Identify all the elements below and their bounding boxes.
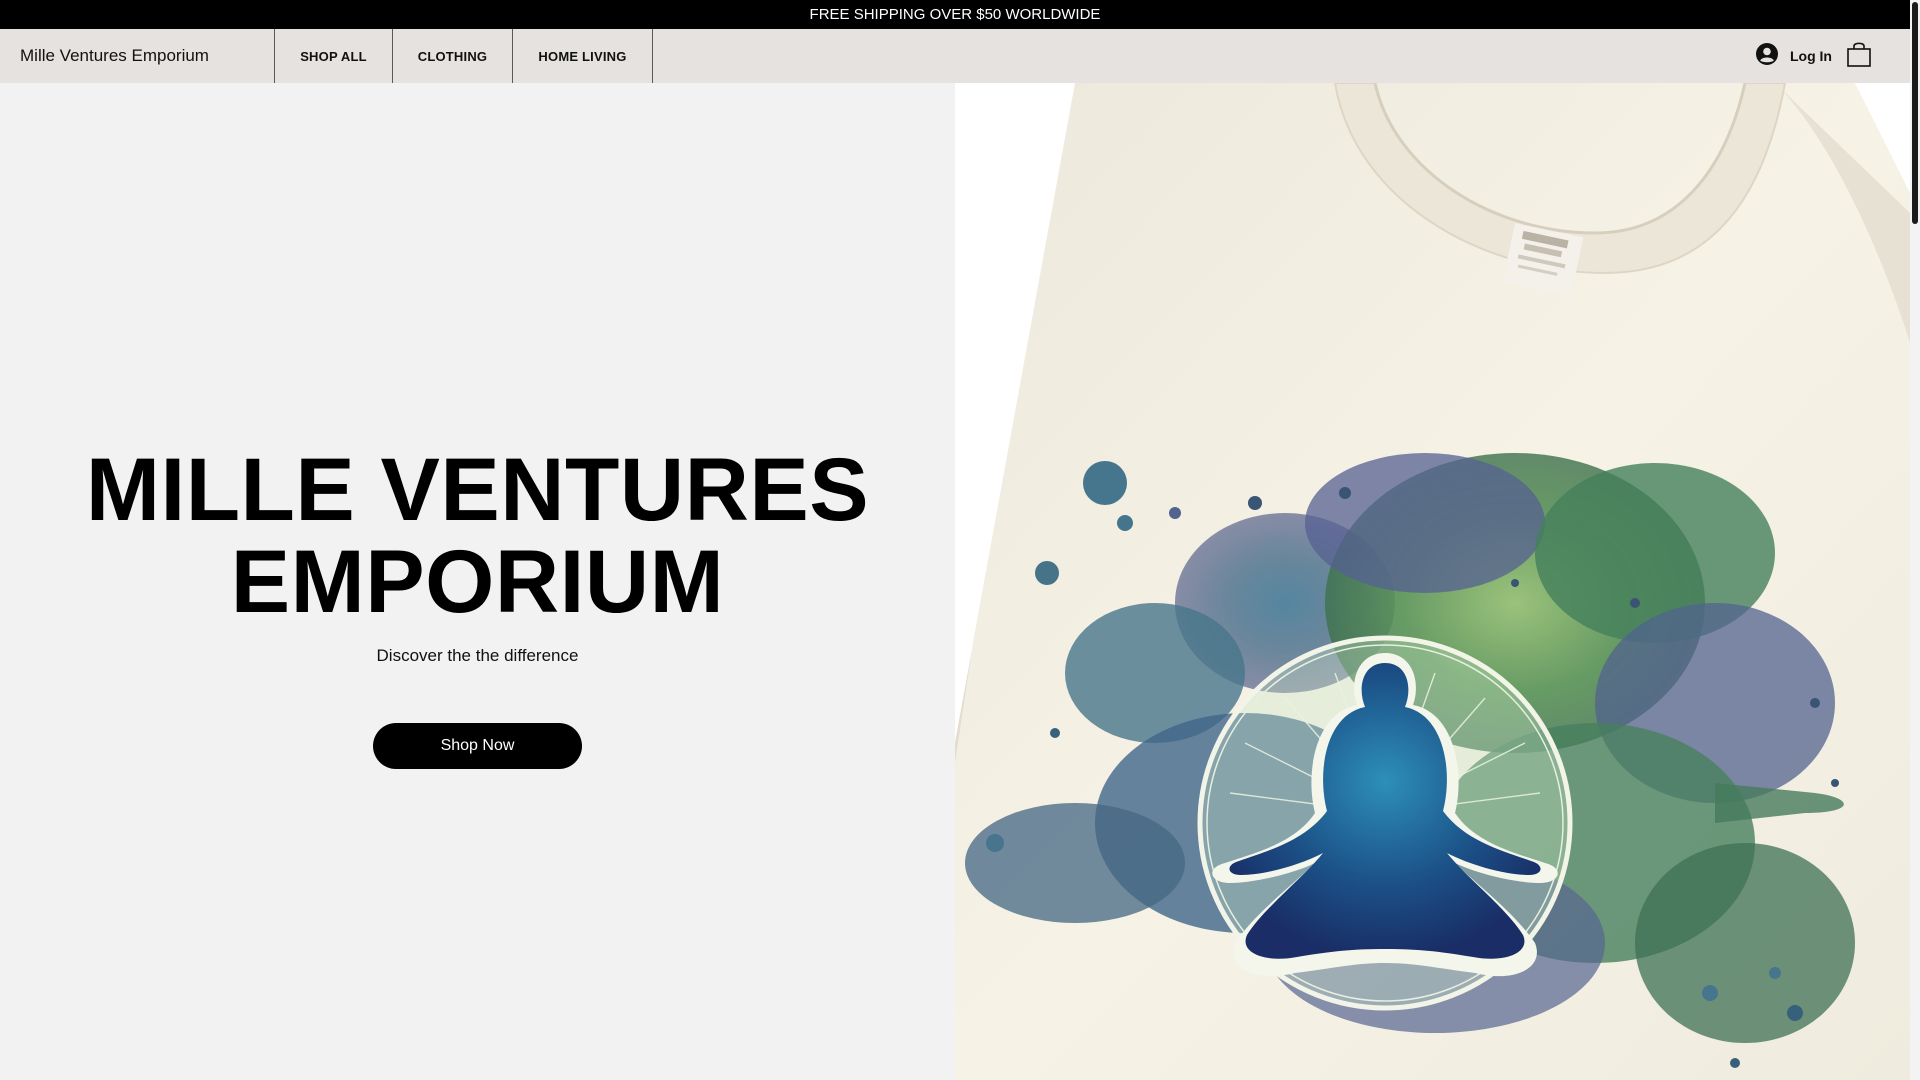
login-button[interactable]: Log In xyxy=(1756,42,1832,70)
cart-button[interactable] xyxy=(1846,40,1872,73)
main-nav: SHOP ALL CLOTHING HOME LIVING xyxy=(274,29,653,83)
brand-name[interactable]: Mille Ventures Emporium xyxy=(0,29,274,83)
hero-subtitle: Discover the the difference xyxy=(376,646,579,665)
hero-product-image xyxy=(955,83,1910,1080)
hero-title-line-1: MILLE VENTURES xyxy=(85,439,870,539)
nav-home-living[interactable]: HOME LIVING xyxy=(513,29,653,83)
hero-title: MILLE VENTURES EMPORIUM xyxy=(0,443,955,627)
hero-text-panel: MILLE VENTURES EMPORIUM Discover the the… xyxy=(0,83,955,1080)
nav-shop-all[interactable]: SHOP ALL xyxy=(275,29,393,83)
nav-clothing[interactable]: CLOTHING xyxy=(393,29,513,83)
user-avatar-icon xyxy=(1756,42,1778,70)
announcement-bar: FREE SHIPPING OVER $50 WORLDWIDE xyxy=(0,0,1910,29)
login-label: Log In xyxy=(1790,48,1832,64)
shop-now-button[interactable]: Shop Now xyxy=(373,723,582,769)
shopping-bag-icon xyxy=(1846,40,1872,73)
site-header: Mille Ventures Emporium SHOP ALL CLOTHIN… xyxy=(0,29,1910,83)
hero-title-line-2: EMPORIUM xyxy=(230,531,725,631)
page-scrollbar[interactable] xyxy=(1910,0,1920,1080)
header-actions: Log In xyxy=(1756,29,1910,83)
tshirt-image xyxy=(955,83,1910,1080)
announcement-text: FREE SHIPPING OVER $50 WORLDWIDE xyxy=(809,6,1101,23)
scrollbar-thumb[interactable] xyxy=(1912,2,1918,224)
